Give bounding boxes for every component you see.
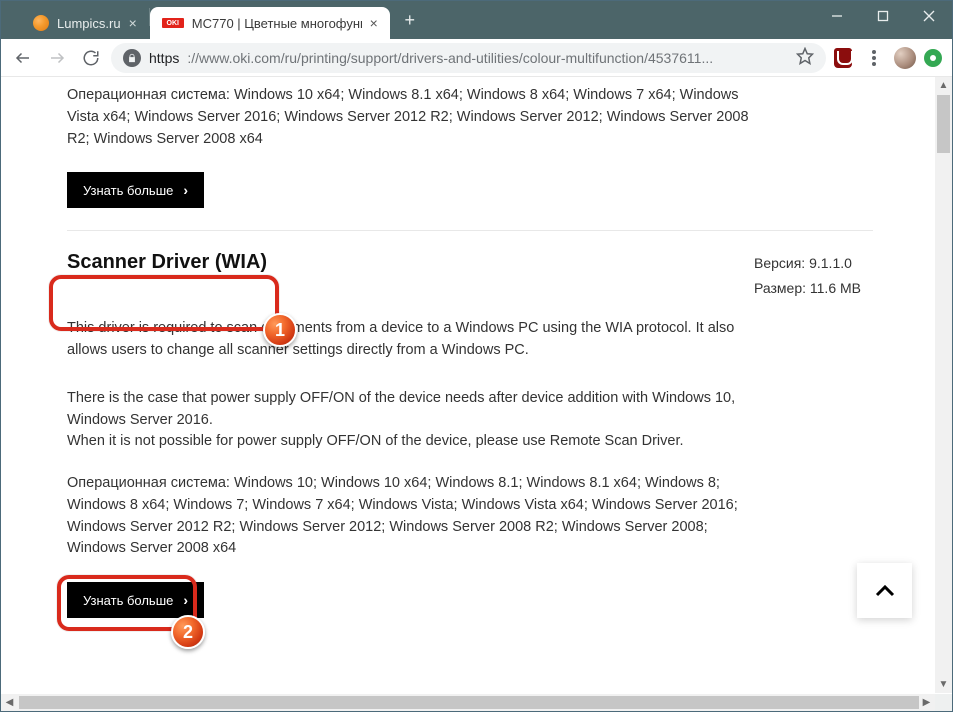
new-tab-button[interactable]: + (396, 6, 424, 34)
url-scheme: https (149, 50, 179, 66)
lock-icon (123, 49, 141, 67)
driver-block-scanner-wia: Scanner Driver (WIA) Версия: 9.1.1.0 Раз… (31, 231, 903, 640)
favicon-icon (33, 15, 49, 31)
learn-more-button[interactable]: Узнать больше › (67, 172, 204, 208)
scroll-right-button[interactable]: ▶ (918, 694, 935, 711)
favicon-icon: OKI (162, 18, 184, 28)
reload-button[interactable] (77, 44, 105, 72)
window-titlebar: Lumpics.ru × OKI MC770 | Цветные многофу… (1, 1, 952, 39)
scroll-left-button[interactable]: ◀ (1, 694, 18, 711)
button-label: Узнать больше (83, 183, 173, 198)
forward-button[interactable] (43, 44, 71, 72)
scrollbar-corner (935, 694, 952, 711)
scroll-up-button[interactable]: ▲ (935, 77, 952, 94)
tab-title: Lumpics.ru (57, 16, 121, 31)
note-line: There is the case that power supply OFF/… (67, 388, 767, 432)
close-icon[interactable]: × (129, 16, 137, 30)
profile-avatar[interactable] (894, 47, 916, 69)
close-icon[interactable]: × (370, 16, 378, 30)
learn-more-button[interactable]: Узнать больше › (67, 582, 204, 618)
driver-note: There is the case that power supply OFF/… (67, 388, 767, 453)
close-button[interactable] (906, 1, 952, 31)
chevron-right-icon: › (183, 592, 188, 608)
os-list: Операционная система: Windows 10; Window… (67, 473, 767, 560)
browser-tabs: Lumpics.ru × OKI MC770 | Цветные многофу… (1, 1, 424, 39)
os-list: Операционная система: Windows 10 x64; Wi… (67, 85, 767, 150)
scroll-to-top-button[interactable] (857, 563, 912, 618)
driver-block-previous: Операционная система: Windows 10 x64; Wi… (31, 77, 903, 230)
menu-kebab-icon[interactable] (860, 44, 888, 72)
bookmark-star-icon[interactable] (796, 47, 814, 68)
address-bar[interactable]: https ://www.oki.com/ru/printing/support… (111, 43, 826, 73)
driver-description: This driver is required to scan document… (67, 318, 767, 362)
page-content: Операционная система: Windows 10 x64; Wi… (1, 77, 903, 640)
browser-toolbar: https ://www.oki.com/ru/printing/support… (1, 39, 952, 77)
maximize-button[interactable] (860, 1, 906, 31)
window-controls (814, 1, 952, 31)
size-label: Размер: 11.6 MB (754, 276, 861, 301)
chevron-right-icon: › (183, 182, 188, 198)
driver-title: Scanner Driver (WIA) (67, 251, 873, 274)
url-rest: ://www.oki.com/ru/printing/support/drive… (187, 50, 713, 66)
minimize-button[interactable] (814, 1, 860, 31)
page-viewport: Операционная система: Windows 10 x64; Wi… (1, 77, 952, 693)
extension-green-dot-icon[interactable] (922, 47, 944, 69)
horizontal-scrollbar[interactable]: ◀ ▶ (1, 694, 952, 711)
vertical-scrollbar[interactable]: ▲ ▼ (935, 77, 952, 693)
ublock-extension-icon[interactable] (832, 47, 854, 69)
scrollbar-thumb[interactable] (937, 95, 950, 153)
scroll-down-button[interactable]: ▼ (935, 676, 952, 693)
note-line: When it is not possible for power supply… (67, 431, 767, 453)
tab-lumpics[interactable]: Lumpics.ru × (21, 7, 149, 39)
tab-title: MC770 | Цветные многофункци (192, 16, 362, 31)
version-label: Версия: 9.1.1.0 (754, 251, 861, 276)
scrollbar-thumb[interactable] (19, 696, 919, 709)
back-button[interactable] (9, 44, 37, 72)
tab-oki-mc770[interactable]: OKI MC770 | Цветные многофункци × (150, 7, 390, 39)
button-label: Узнать больше (83, 593, 173, 608)
driver-meta: Версия: 9.1.1.0 Размер: 11.6 MB (754, 251, 861, 301)
